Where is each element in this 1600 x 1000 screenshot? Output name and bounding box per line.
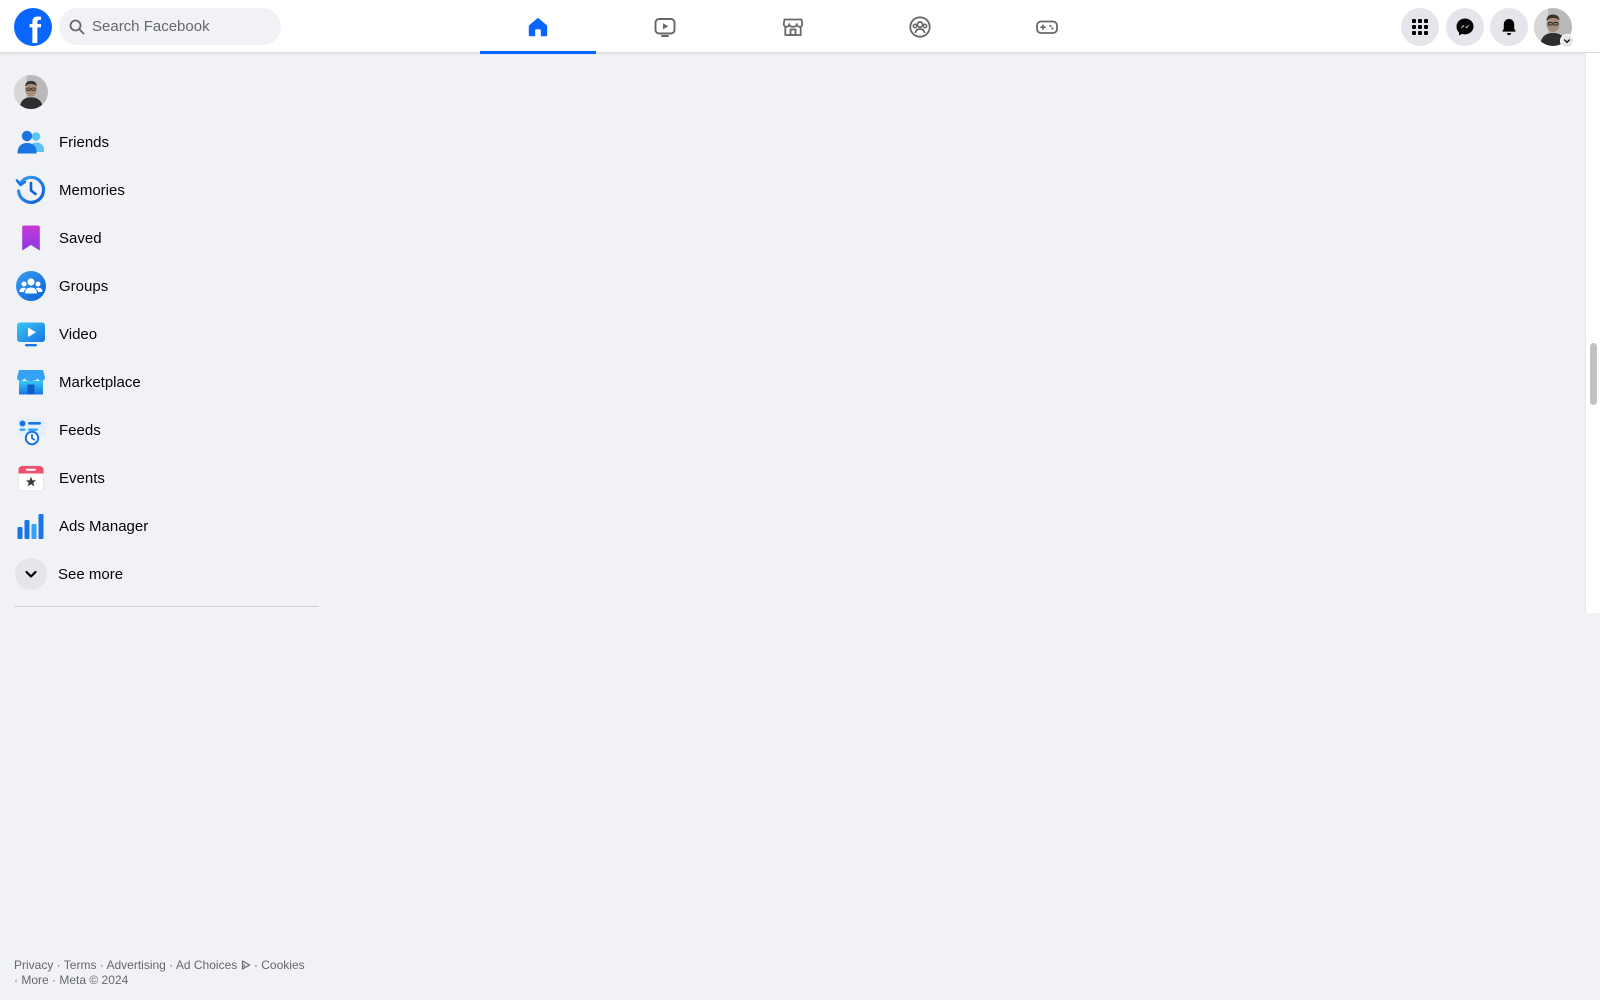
ad-choices-icon: [241, 960, 250, 970]
sidebar-item-label: Video: [59, 325, 98, 343]
scrollbar-thumb[interactable]: [1590, 343, 1597, 405]
see-more-label: See more: [58, 565, 124, 583]
menu-grid-icon: [1412, 19, 1428, 35]
sidebar-item-memories[interactable]: Memories: [14, 166, 320, 214]
footer-link-cookies[interactable]: Cookies: [261, 958, 304, 972]
sidebar-item-profile[interactable]: [14, 70, 320, 114]
sidebar-item-label: Marketplace: [59, 373, 141, 391]
scrollbar-track[interactable]: [1585, 53, 1600, 613]
footer-link-terms[interactable]: Terms: [64, 958, 97, 972]
sidebar-item-label: Ads Manager: [59, 517, 149, 535]
gaming-icon: [1036, 20, 1058, 34]
groups-icon: [909, 15, 931, 38]
avatar: [14, 75, 48, 109]
sidebar-item-groups[interactable]: Groups: [14, 262, 320, 310]
sidebar-see-more-button[interactable]: See more: [14, 550, 320, 598]
search-icon: [69, 19, 85, 34]
facebook-logo[interactable]: f: [14, 8, 52, 46]
sidebar-item-label: Friends: [59, 133, 110, 151]
messenger-button[interactable]: [1446, 8, 1484, 46]
search-input[interactable]: [92, 18, 262, 35]
chevron-down-icon: [15, 558, 47, 590]
tab-groups[interactable]: [862, 0, 978, 53]
left-sidebar: Friends Memories Saved Groups Video Mark…: [14, 70, 320, 607]
memories-clock-icon: [14, 173, 48, 207]
account-avatar-button[interactable]: [1534, 8, 1574, 48]
sidebar-item-label: Groups: [59, 277, 109, 295]
tab-gaming[interactable]: [989, 0, 1105, 53]
footer-link-privacy[interactable]: Privacy: [14, 958, 53, 972]
footer-link-more[interactable]: More: [21, 973, 48, 987]
sidebar-item-marketplace[interactable]: Marketplace: [14, 358, 320, 406]
account-menu-chevron-icon: [1560, 34, 1574, 48]
sidebar-item-events[interactable]: Events: [14, 454, 320, 502]
notifications-button[interactable]: [1490, 8, 1528, 46]
notifications-bell-icon: [1502, 19, 1516, 36]
tab-home[interactable]: [480, 0, 596, 54]
tab-marketplace[interactable]: [735, 0, 851, 53]
sidebar-item-label: Saved: [59, 229, 102, 247]
sidebar-item-label: Events: [59, 469, 105, 487]
messenger-icon: [1456, 18, 1474, 36]
saved-bookmark-icon: [14, 221, 48, 255]
sidebar-divider: [14, 606, 319, 607]
search-box[interactable]: [59, 8, 281, 45]
video-icon: [654, 17, 676, 37]
sidebar-item-saved[interactable]: Saved: [14, 214, 320, 262]
top-navigation-bar: f: [0, 0, 1600, 54]
feeds-icon: [14, 413, 48, 447]
events-calendar-icon: [14, 461, 48, 495]
copyright: Meta © 2024: [59, 973, 129, 987]
sidebar-item-ads-manager[interactable]: Ads Manager: [14, 502, 320, 550]
friends-icon: [14, 125, 48, 159]
marketplace-icon: [14, 365, 48, 399]
footer-link-ad-choices[interactable]: Ad Choices: [176, 958, 251, 972]
ads-manager-bars-icon: [14, 509, 48, 543]
marketplace-icon: [782, 18, 804, 36]
footer-links: Privacy · Terms · Advertising · Ad Choic…: [14, 958, 305, 987]
video-icon: [14, 317, 48, 351]
footer-link-advertising[interactable]: Advertising: [106, 958, 165, 972]
home-icon: [528, 17, 548, 36]
sidebar-item-friends[interactable]: Friends: [14, 118, 320, 166]
sidebar-item-feeds[interactable]: Feeds: [14, 406, 320, 454]
tab-video[interactable]: [607, 0, 723, 53]
sidebar-item-label: Memories: [59, 181, 125, 199]
menu-button[interactable]: [1401, 8, 1439, 46]
groups-icon: [14, 269, 48, 303]
sidebar-item-label: Feeds: [59, 421, 101, 439]
sidebar-item-video[interactable]: Video: [14, 310, 320, 358]
